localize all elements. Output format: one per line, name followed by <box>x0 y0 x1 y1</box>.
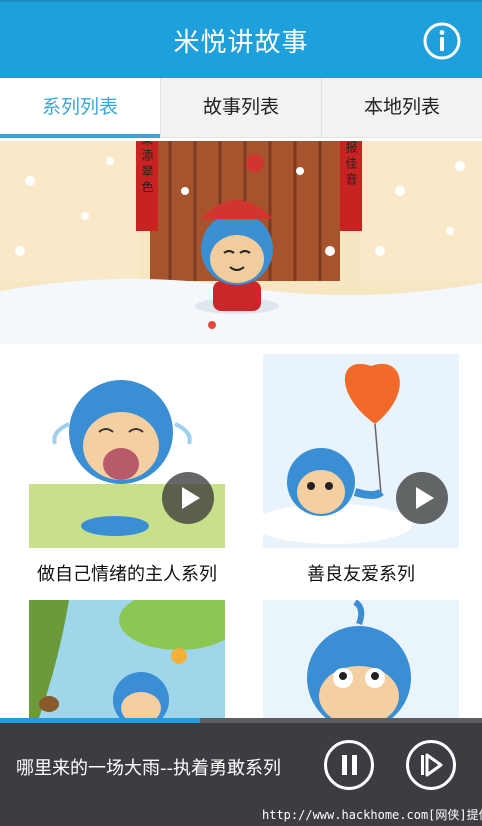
tab-local-list[interactable]: 本地列表 <box>321 78 482 137</box>
couplet-right: 瑞 报 佳 音 <box>344 141 358 185</box>
tab-label: 故事列表 <box>202 96 279 118</box>
now-playing-title: 哪里来的一场大雨--执着勇敢系列 <box>16 758 281 779</box>
series-thumbnail <box>263 354 459 548</box>
series-card[interactable]: 做自己情绪的主人系列 <box>29 354 225 585</box>
play-icon[interactable] <box>162 472 214 524</box>
pause-icon-bar <box>352 755 357 775</box>
playback-progress[interactable] <box>0 718 482 723</box>
pause-icon <box>342 755 347 775</box>
tab-bar: 系列列表 故事列表 本地列表 <box>0 78 482 138</box>
series-title: 做自己情绪的主人系列 <box>37 564 217 585</box>
app-header: 米悦讲故事 <box>0 0 482 78</box>
pause-button[interactable] <box>324 740 374 790</box>
series-title: 善良友爱系列 <box>307 564 415 585</box>
series-card[interactable] <box>29 600 225 718</box>
tab-label: 本地列表 <box>363 96 440 118</box>
couplet-left: 春 菜 添 翠 色 <box>140 141 154 193</box>
series-thumbnail <box>29 354 225 548</box>
series-card[interactable]: 善良友爱系列 <box>263 354 459 585</box>
tab-story-list[interactable]: 故事列表 <box>160 78 321 137</box>
next-icon <box>421 753 443 777</box>
info-icon[interactable] <box>422 21 462 61</box>
app-title: 米悦讲故事 <box>173 28 309 58</box>
play-icon[interactable] <box>396 472 448 524</box>
series-thumbnail <box>29 600 225 718</box>
tab-label: 系列列表 <box>41 96 118 118</box>
watermark-text: http://www.hackhome.com[网侠]提供 <box>262 808 482 822</box>
progress-fill <box>0 718 201 723</box>
next-button[interactable] <box>406 740 456 790</box>
series-thumbnail <box>263 600 459 718</box>
tab-series-list[interactable]: 系列列表 <box>0 78 160 138</box>
featured-banner[interactable]: 春 菜 添 翠 色 瑞 报 佳 音 <box>0 141 482 344</box>
active-tab-indicator <box>0 134 160 138</box>
mini-player: 哪里来的一场大雨--执着勇敢系列 http://www.hackhome.com… <box>0 718 482 826</box>
series-card[interactable] <box>263 600 459 718</box>
